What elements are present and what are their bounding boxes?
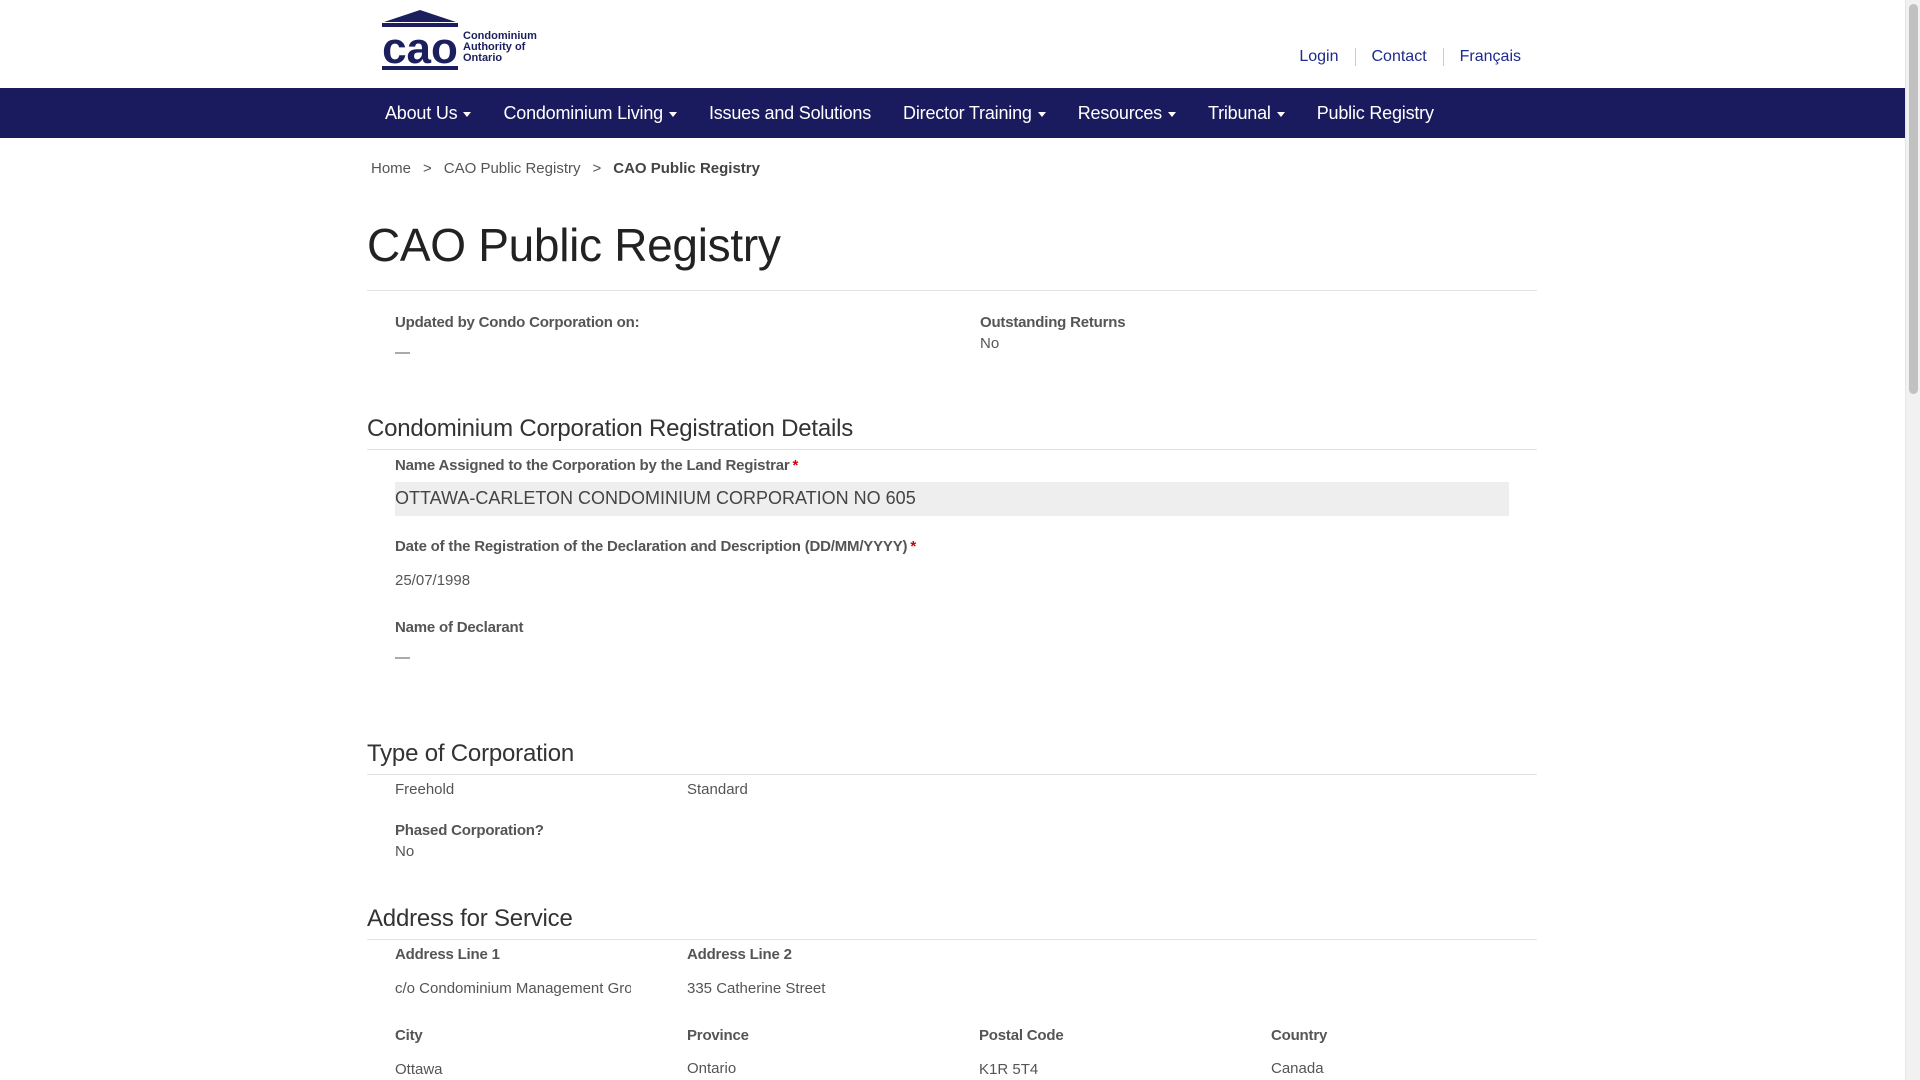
outstanding-returns-value: No xyxy=(980,335,1000,352)
postal-code-label: Postal Code xyxy=(979,1027,1064,1044)
registration-date-label: Date of the Registration of the Declarat… xyxy=(395,538,916,555)
breadcrumb-home[interactable]: Home xyxy=(371,160,411,177)
address-line1-label: Address Line 1 xyxy=(395,946,500,963)
updated-value: — xyxy=(395,344,410,361)
address-line2-label: Address Line 2 xyxy=(687,946,792,963)
type-section-title: Type of Corporation xyxy=(367,740,574,767)
logo-wordmark: cao xyxy=(382,24,458,72)
address-line2-value: 335 Catherine Street xyxy=(687,980,826,997)
breadcrumb-registry[interactable]: CAO Public Registry xyxy=(444,160,581,177)
nav-tribunal[interactable]: Tribunal xyxy=(1192,88,1301,138)
scrollbar-thumb[interactable] xyxy=(1909,4,1918,394)
caret-down-icon xyxy=(463,111,472,117)
vertical-scrollbar[interactable] xyxy=(1905,0,1920,1080)
nav-public-registry[interactable]: Public Registry xyxy=(1301,88,1450,138)
province-label: Province xyxy=(687,1027,749,1044)
nav-condominium-living[interactable]: Condominium Living xyxy=(487,88,692,138)
address-section-title: Address for Service xyxy=(367,905,573,932)
declarant-value: — xyxy=(395,649,410,666)
breadcrumb: Home > CAO Public Registry > CAO Public … xyxy=(371,160,760,177)
language-toggle-link[interactable]: Français xyxy=(1442,48,1521,66)
cao-logo[interactable]: cao Condominium Authority of Ontario xyxy=(380,10,540,72)
logo-subtitle: Condominium Authority of Ontario xyxy=(463,30,537,64)
page-title: CAO Public Registry xyxy=(367,219,781,271)
required-marker: * xyxy=(792,457,799,474)
country-value: Canada xyxy=(1271,1060,1324,1077)
nav-about-us[interactable]: About Us xyxy=(369,88,487,138)
registration-date-value: 25/07/1998 xyxy=(395,572,471,589)
nav-issues-and-solutions[interactable]: Issues and Solutions xyxy=(693,88,887,138)
corporation-name-label: Name Assigned to the Corporation by the … xyxy=(395,457,799,474)
caret-down-icon xyxy=(1276,111,1285,117)
breadcrumb-separator: > xyxy=(423,160,432,177)
caret-down-icon xyxy=(1167,111,1176,117)
login-link[interactable]: Login xyxy=(1283,48,1354,66)
contact-link[interactable]: Contact xyxy=(1354,48,1443,66)
city-label: City xyxy=(395,1027,423,1044)
divider xyxy=(367,774,1537,775)
building-logo-icon: cao xyxy=(382,10,458,72)
postal-code-value: K1R 5T4 xyxy=(979,1061,1039,1078)
outstanding-returns-label: Outstanding Returns xyxy=(980,314,1126,331)
declarant-label: Name of Declarant xyxy=(395,619,524,636)
updated-label: Updated by Condo Corporation on: xyxy=(395,314,640,331)
corporation-name-field: OTTAWA-CARLETON CONDOMINIUM CORPORATION … xyxy=(395,482,1509,516)
divider xyxy=(367,939,1537,940)
site-header: cao Condominium Authority of Ontario Log… xyxy=(0,0,1905,88)
corporation-kind-value: Standard xyxy=(687,781,748,798)
tenure-value: Freehold xyxy=(395,781,455,798)
main-navigation: About Us Condominium Living Issues and S… xyxy=(0,88,1905,138)
province-value: Ontario xyxy=(687,1060,737,1077)
country-label: Country xyxy=(1271,1027,1328,1044)
address-line1-value: c/o Condominium Management Group xyxy=(395,980,631,997)
divider xyxy=(367,449,1537,450)
breadcrumb-separator: > xyxy=(592,160,602,177)
caret-down-icon xyxy=(1037,111,1046,117)
phased-value: No xyxy=(395,843,415,860)
utility-links: Login Contact Français xyxy=(1283,48,1521,66)
divider xyxy=(367,290,1537,291)
nav-director-training[interactable]: Director Training xyxy=(887,88,1062,138)
caret-down-icon xyxy=(668,111,677,117)
nav-resources[interactable]: Resources xyxy=(1062,88,1192,138)
registration-section-title: Condominium Corporation Registration Det… xyxy=(367,415,854,442)
breadcrumb-current: CAO Public Registry xyxy=(613,160,760,177)
city-value: Ottawa xyxy=(395,1061,443,1078)
phased-label: Phased Corporation? xyxy=(395,822,544,839)
required-marker: * xyxy=(910,538,916,555)
